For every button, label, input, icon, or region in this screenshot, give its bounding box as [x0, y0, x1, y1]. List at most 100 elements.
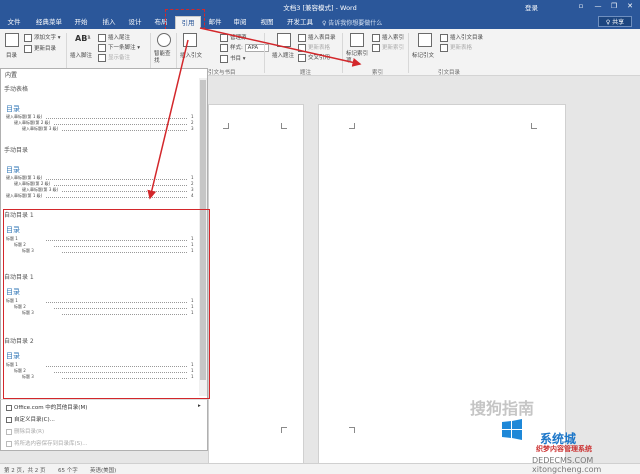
- page-corner-mark: [281, 123, 287, 129]
- toc-menu: Office.com 中的其他目录(M) ▸ 自定义目录(C)... 删除目录(R…: [0, 399, 208, 451]
- mark-entry-button[interactable]: 标记索引项: [346, 51, 368, 65]
- gallery-header: 内置: [5, 72, 18, 79]
- toc-leader-dots: [62, 130, 187, 131]
- remove-toc-item[interactable]: 删除目录(R): [6, 427, 44, 435]
- cross-reference-button[interactable]: 交叉引用: [298, 53, 330, 62]
- office-more-toc-item[interactable]: Office.com 中的其他目录(M) ▸: [6, 403, 201, 411]
- show-notes-label: 显示备注: [108, 55, 131, 61]
- toc-entry-text: 键入章标题(第 1 级): [6, 114, 43, 119]
- update-table-label: 更新表格: [308, 45, 331, 51]
- insert-table-of-authorities-button[interactable]: 插入引文目录: [440, 33, 483, 42]
- manage-sources-icon: [220, 33, 228, 42]
- update-index-button[interactable]: 更新索引: [372, 43, 404, 52]
- style-icon: [220, 43, 228, 52]
- custom-toc-label: 自定义目录(C)...: [14, 417, 55, 423]
- custom-toc-item[interactable]: 自定义目录(C)...: [6, 415, 55, 423]
- tab-design[interactable]: 设计: [124, 16, 146, 29]
- page-corner-mark: [223, 123, 229, 129]
- restore-button[interactable]: ❐: [608, 1, 620, 12]
- tab-home[interactable]: 开始: [70, 16, 92, 29]
- toc-entry-text: 键入章标题(第 3 级): [22, 126, 59, 131]
- toc-page-number: 2: [191, 181, 194, 186]
- update-authorities-button[interactable]: 更新表格: [440, 43, 472, 52]
- gallery-item-title[interactable]: 手动表格: [4, 84, 28, 93]
- toc-entry: 键入章标题(第 1 级) 4: [6, 194, 195, 198]
- add-text-icon: [24, 33, 32, 42]
- index-group-label: 索引: [372, 70, 384, 76]
- tab-classic-menu[interactable]: 经典菜单: [32, 16, 66, 29]
- manage-sources-button[interactable]: 管理源: [220, 33, 247, 42]
- page-1[interactable]: [208, 104, 304, 464]
- bibliography-icon: [220, 54, 228, 63]
- style-selector[interactable]: 样式: APA: [220, 43, 270, 52]
- ribbon-tabs: 文件 经典菜单 开始 插入 设计 布局 引用 邮件 审阅 视图 开发工具 ♀ 告…: [0, 14, 640, 29]
- toc-entry: 键入章标题(第 2 级) 2: [14, 182, 195, 186]
- toc-entry-text: 键入章标题(第 2 级): [14, 181, 51, 186]
- toc-leader-dots: [54, 124, 187, 125]
- word-count[interactable]: 65 个字: [58, 466, 78, 474]
- tell-me-search[interactable]: ♀ 告诉我你想要做什么: [322, 18, 382, 27]
- tab-insert[interactable]: 插入: [98, 16, 120, 29]
- mark-citation-icon: [418, 33, 432, 47]
- tab-developer[interactable]: 开发工具: [284, 16, 316, 29]
- group-separator: [408, 33, 409, 73]
- close-button[interactable]: ✕: [624, 1, 636, 12]
- insert-caption-button[interactable]: 插入题注: [272, 51, 294, 59]
- page-corner-mark: [349, 123, 355, 129]
- update-toc-button[interactable]: 更新目录: [24, 44, 56, 53]
- toc-entry: 键入章标题(第 1 级) 1: [6, 115, 195, 119]
- tab-view[interactable]: 视图: [256, 16, 278, 29]
- tab-review[interactable]: 审阅: [229, 16, 251, 29]
- insert-footnote-button[interactable]: 插入脚注: [70, 51, 92, 59]
- insert-endnote-button[interactable]: 插入尾注: [98, 33, 130, 42]
- language-indicator[interactable]: 英语(美国): [90, 466, 116, 474]
- group-separator: [66, 33, 67, 73]
- minimize-button[interactable]: —: [592, 1, 604, 12]
- toc-page-number: 1: [191, 114, 194, 119]
- add-text-button[interactable]: 添加文字 ▾: [24, 33, 61, 42]
- toc-leader-dots: [46, 179, 187, 180]
- toc-icon: [5, 33, 19, 47]
- toc-leader-dots: [62, 191, 187, 192]
- page-corner-mark: [531, 123, 537, 129]
- insert-table-of-figures-button[interactable]: 插入表目录: [298, 33, 336, 42]
- tab-mailings[interactable]: 邮件: [204, 16, 226, 29]
- custom-toc-icon: [6, 416, 12, 423]
- show-notes-button[interactable]: 显示备注: [98, 53, 130, 62]
- signin-link[interactable]: 登录: [525, 2, 538, 12]
- tab-file[interactable]: 文件: [4, 16, 24, 29]
- cross-reference-icon: [298, 53, 306, 62]
- share-button[interactable]: ♀ 共享: [598, 16, 632, 27]
- update-authorities-icon: [440, 43, 448, 52]
- gallery-item-title[interactable]: 手动目录: [4, 145, 28, 154]
- toc-page-number: 1: [191, 175, 194, 180]
- manage-sources-label: 管理源: [230, 35, 247, 41]
- page-corner-mark: [281, 427, 287, 433]
- next-footnote-icon: [98, 43, 106, 52]
- update-table-button[interactable]: 更新表格: [298, 43, 330, 52]
- toc-page-number: 4: [191, 193, 194, 198]
- insert-citation-icon: [183, 33, 197, 47]
- next-footnote-button[interactable]: 下一条脚注 ▾: [98, 43, 140, 52]
- toc-button[interactable]: 目录: [6, 51, 17, 59]
- remove-toc-icon: [6, 428, 12, 435]
- mark-citation-button[interactable]: 标记引文: [412, 51, 434, 59]
- remove-toc-label: 删除目录(R): [14, 429, 45, 435]
- save-selection-item[interactable]: 将所选内容保存到目录库(S)...: [6, 439, 88, 447]
- bibliography-button[interactable]: 书目 ▾: [220, 54, 246, 63]
- smart-lookup-button[interactable]: 智能查找: [154, 51, 172, 65]
- insert-citation-button[interactable]: 插入引文: [180, 51, 202, 59]
- toc-page-number: 3: [191, 187, 194, 192]
- page-count[interactable]: 第 2 页，共 2 页: [4, 466, 46, 474]
- office-icon: [6, 404, 12, 411]
- cross-reference-label: 交叉引用: [308, 55, 331, 61]
- ribbon-display-icon[interactable]: ▫: [575, 1, 587, 12]
- style-dropdown[interactable]: APA: [244, 44, 270, 52]
- toc-entry-text: 键入章标题(第 3 级): [22, 187, 59, 192]
- insert-index-button[interactable]: 插入索引: [372, 33, 404, 42]
- toc-entry: 键入章标题(第 1 级) 1: [6, 176, 195, 180]
- toc-entry: 键入章标题(第 3 级) 3: [22, 188, 195, 192]
- domain-watermark: DEDECMS.COM xitongcheng.com: [532, 456, 640, 474]
- style-label: 样式:: [230, 45, 243, 51]
- insert-index-label: 插入索引: [382, 35, 405, 41]
